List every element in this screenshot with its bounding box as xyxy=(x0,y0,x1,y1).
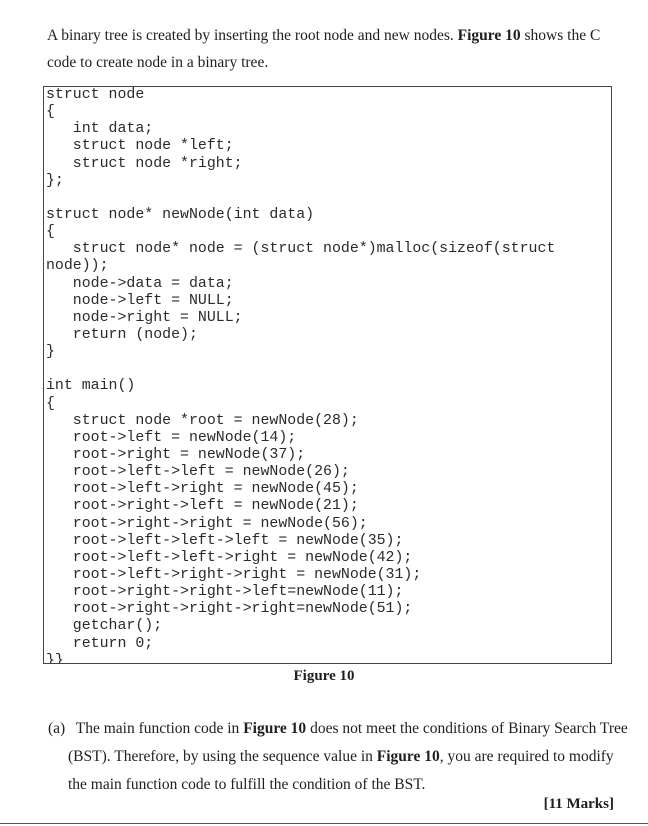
bottom-divider xyxy=(0,823,648,824)
code-line: root->left->left = newNode(26); xyxy=(46,464,350,481)
code-line: node->right = NULL; xyxy=(46,309,243,326)
code-line: return (node); xyxy=(46,326,198,343)
code-line: struct node* node = (struct node*)malloc… xyxy=(46,241,556,258)
code-line: return 0; xyxy=(46,635,154,652)
code-line: { xyxy=(46,224,55,241)
question-figure-reference-1: Figure 10 xyxy=(243,720,307,737)
code-line: struct node *right; xyxy=(46,155,243,172)
code-line: node)); xyxy=(46,258,109,275)
code-line: root->right->right->right=newNode(51); xyxy=(46,601,413,618)
code-line: struct node xyxy=(46,87,145,103)
code-line: } xyxy=(46,344,55,361)
intro-figure-reference: Figure 10 xyxy=(457,27,521,44)
code-line: node->left = NULL; xyxy=(46,292,234,309)
intro-paragraph: A binary tree is created by inserting th… xyxy=(47,22,617,76)
code-line: struct node* newNode(int data) xyxy=(46,206,315,223)
code-listing: struct node{ int data; struct node *left… xyxy=(44,87,611,664)
code-line: root->right->left = newNode(21); xyxy=(46,498,359,515)
question-text: The main function code in Figure 10 does… xyxy=(68,715,628,799)
question-a: (a) The main function code in Figure 10 … xyxy=(48,715,628,799)
figure-caption: Figure 10 xyxy=(293,668,355,684)
code-line: struct node *left; xyxy=(46,138,234,155)
code-line: { xyxy=(46,104,55,121)
code-line: { xyxy=(46,395,55,412)
code-line: }; xyxy=(46,172,64,189)
code-line: root->left = newNode(14); xyxy=(46,429,297,446)
code-line: getchar(); xyxy=(46,618,163,635)
code-line: root->left->right = newNode(45); xyxy=(46,481,359,498)
code-line: int data; xyxy=(46,121,154,138)
question-figure-reference-2: Figure 10 xyxy=(376,748,440,765)
code-line: root->left->left->left = newNode(35); xyxy=(46,532,404,549)
code-line: root->left->left->right = newNode(42); xyxy=(46,549,413,566)
question-text-part1: The main function code in xyxy=(75,720,244,737)
code-listing-box: struct node{ int data; struct node *left… xyxy=(43,86,612,664)
code-line: root->right = newNode(37); xyxy=(46,446,306,463)
intro-text-start: A binary tree is created by inserting th… xyxy=(47,27,458,44)
code-line: struct node *root = newNode(28); xyxy=(46,412,359,429)
code-line: root->left->right->right = newNode(31); xyxy=(46,566,422,583)
code-line: root->right->right = newNode(56); xyxy=(46,515,368,532)
code-line: root->right->right->left=newNode(11); xyxy=(46,584,404,601)
marks-label: [11 Marks] xyxy=(543,796,614,812)
code-line: node->data = data; xyxy=(46,275,234,292)
code-line: int main() xyxy=(46,378,136,395)
code-line: }} xyxy=(46,652,64,664)
question-label: (a) xyxy=(48,720,66,737)
